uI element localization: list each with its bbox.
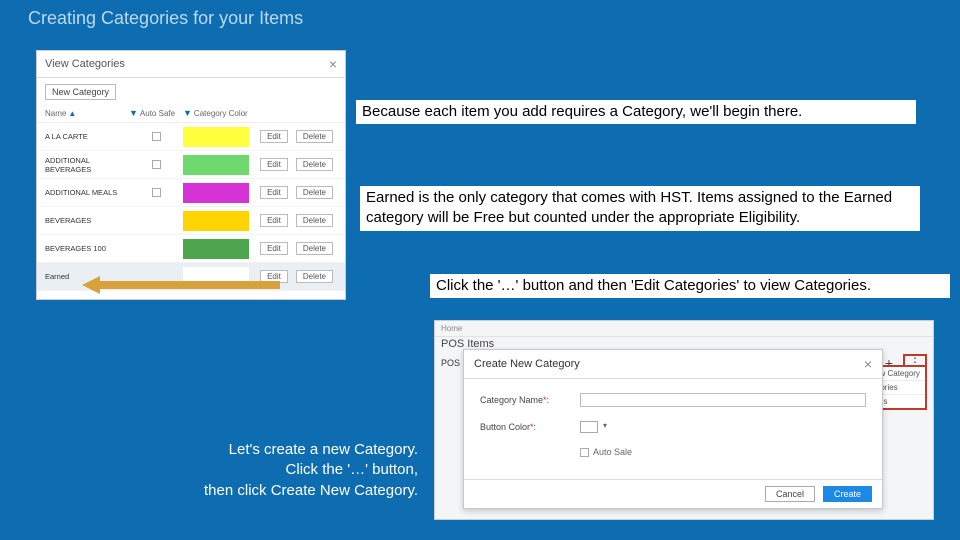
edit-button[interactable]: Edit [260,242,288,255]
button-color-label: Button Color [480,422,530,432]
cancel-button[interactable]: Cancel [765,486,815,502]
category-name: BEVERAGES [45,216,129,225]
checkbox-icon[interactable] [152,160,161,169]
sort-icon[interactable]: ▲ [68,109,76,118]
auto-sale-label: Auto Sale [593,447,632,457]
create-button[interactable]: Create [823,486,872,502]
category-name: ADDITIONAL MEALS [45,188,129,197]
category-name-input[interactable] [580,393,866,407]
filter-icon[interactable]: ▼ [129,108,138,118]
delete-button[interactable]: Delete [296,270,333,283]
annotation-1: Because each item you add requires a Cat… [356,100,916,124]
col-color[interactable]: Category Color [194,109,248,118]
table-row[interactable]: ADDITIONAL BEVERAGES Edit Delete [37,151,345,179]
category-name: ADDITIONAL BEVERAGES [45,156,129,174]
annotation-4: Let's create a new Category.Click the '…… [144,438,424,503]
checkbox-icon[interactable] [152,132,161,141]
create-category-title: Create New Category [474,358,580,370]
edit-button[interactable]: Edit [260,186,288,199]
category-color-swatch [183,127,249,147]
callout-arrow [82,276,280,294]
button-color-picker[interactable] [580,421,598,433]
col-name[interactable]: Name [45,109,66,118]
pos-items-screenshot: Home POS Items POS Items + ⋮ Create New … [434,320,934,520]
view-categories-title: View Categories [45,58,125,70]
close-icon[interactable]: × [864,356,872,372]
table-row[interactable]: ADDITIONAL MEALS Edit Delete [37,179,345,207]
table-row[interactable]: BEVERAGES 100 Edit Delete [37,235,345,263]
new-category-button[interactable]: New Category [45,84,116,100]
edit-button[interactable]: Edit [260,158,288,171]
view-categories-panel: View Categories × New Category Name▲ ▼Au… [36,50,346,300]
table-row[interactable]: BEVERAGES Edit Delete [37,207,345,235]
category-name-label: Category Name [480,395,543,405]
delete-button[interactable]: Delete [296,242,333,255]
delete-button[interactable]: Delete [296,158,333,171]
auto-sale-checkbox[interactable] [580,448,589,457]
category-name: A LA CARTE [45,132,129,141]
edit-button[interactable]: Edit [260,130,288,143]
category-color-swatch [183,155,249,175]
create-category-dialog: Create New Category × Category Name*: Bu… [463,349,883,509]
close-icon[interactable]: × [329,57,337,71]
edit-button[interactable]: Edit [260,214,288,227]
checkbox-icon[interactable] [152,188,161,197]
breadcrumb: Home [435,321,933,337]
annotation-2: Earned is the only category that comes w… [360,186,920,231]
delete-button[interactable]: Delete [296,214,333,227]
category-color-swatch [183,183,249,203]
delete-button[interactable]: Delete [296,130,333,143]
category-name: BEVERAGES 100 [45,244,129,253]
slide-title: Creating Categories for your Items [28,8,303,29]
delete-button[interactable]: Delete [296,186,333,199]
category-color-swatch [183,239,249,259]
filter-icon[interactable]: ▼ [183,108,192,118]
category-color-swatch [183,211,249,231]
col-auto[interactable]: Auto Safe [140,109,175,118]
table-row[interactable]: A LA CARTE Edit Delete [37,123,345,151]
annotation-3: Click the '…' button and then 'Edit Cate… [430,274,950,298]
